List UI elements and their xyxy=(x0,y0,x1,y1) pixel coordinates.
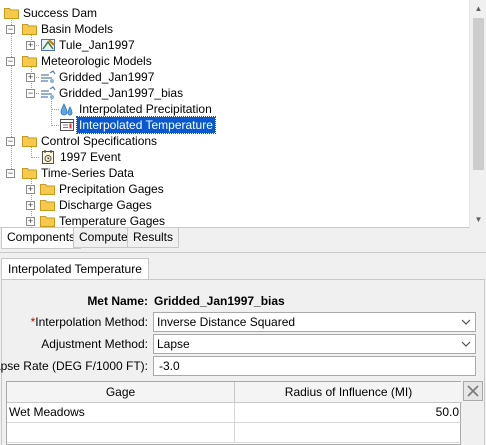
tree-item-time-series[interactable]: − Time-Series Data xyxy=(0,165,460,181)
collapse-icon[interactable]: − xyxy=(6,169,15,178)
expand-icon[interactable]: + xyxy=(26,41,35,50)
component-tree: Success Dam − Basin Models + Tule_Jan199… xyxy=(0,0,466,228)
collapse-icon[interactable]: − xyxy=(6,57,15,66)
folder-icon xyxy=(22,136,37,147)
tree-item-basin-models[interactable]: − Basin Models xyxy=(0,21,460,37)
adjustment-method-select[interactable]: Lapse xyxy=(153,334,476,354)
tree-item-label: Time-Series Data xyxy=(41,166,134,180)
met-name-value: Gridded_Jan1997_bias xyxy=(154,294,285,308)
met-model-icon xyxy=(41,86,56,99)
tree-item-label: Precipitation Gages xyxy=(59,182,164,196)
gage-table: Gage Radius of Influence (MI) Wet Meadow… xyxy=(6,381,462,445)
tree-item-temp-gages[interactable]: + Temperature Gages xyxy=(0,213,460,228)
tree-item-met-model-bias[interactable]: − Gridded_Jan1997_bias xyxy=(0,85,460,101)
met-model-icon xyxy=(41,70,56,83)
tree-scrollbar[interactable]: ▲ ▼ xyxy=(469,0,486,228)
collapse-icon[interactable]: − xyxy=(6,137,15,146)
explorer-tabs: Components Compute Results xyxy=(0,228,486,250)
scrollbar-thumb[interactable] xyxy=(473,18,484,170)
tree-item-control-specs[interactable]: − Control Specifications xyxy=(0,133,460,149)
lapse-rate-input[interactable]: -3.0 xyxy=(153,356,476,376)
tree-item-interp-precip[interactable]: Interpolated Precipitation xyxy=(0,101,460,117)
tree-item-discharge-gages[interactable]: + Discharge Gages xyxy=(0,197,460,213)
tree-item-met-models[interactable]: − Meteorologic Models xyxy=(0,53,460,69)
expand-icon[interactable]: + xyxy=(26,73,35,82)
tab-components[interactable]: Components xyxy=(1,228,82,249)
folder-icon xyxy=(40,200,55,211)
collapse-icon[interactable]: − xyxy=(26,89,35,98)
tree-item-label: Tule_Jan1997 xyxy=(59,38,135,52)
component-editor: Met Name: Gridded_Jan1997_bias *Interpol… xyxy=(0,279,485,445)
folder-icon xyxy=(22,24,37,35)
tab-interpolated-temperature[interactable]: Interpolated Temperature xyxy=(1,258,149,280)
expand-icon[interactable]: + xyxy=(26,185,35,194)
tree-item-control-spec[interactable]: 1997 Event xyxy=(0,149,460,165)
chevron-down-icon[interactable] xyxy=(461,335,471,353)
expand-icon[interactable]: + xyxy=(26,201,35,210)
folder-icon xyxy=(22,168,37,179)
tree-item-met-model[interactable]: + Gridded_Jan1997 xyxy=(0,69,460,85)
tree-item-label: Interpolated Temperature xyxy=(76,116,216,134)
tree-item-interp-temp[interactable]: Interpolated Temperature xyxy=(0,116,460,134)
interpolation-method-select[interactable]: Inverse Distance Squared xyxy=(153,312,476,332)
close-icon xyxy=(467,385,479,397)
folder-icon xyxy=(4,8,19,19)
tree-item-label: Gridded_Jan1997 xyxy=(59,70,155,84)
delete-row-button[interactable] xyxy=(463,381,483,401)
lapse-rate-label: Lapse Rate (DEG F/1000 FT): xyxy=(0,359,148,373)
interpolation-method-value: Inverse Distance Squared xyxy=(157,315,296,329)
component-tree-panel: Success Dam − Basin Models + Tule_Jan199… xyxy=(0,0,486,228)
panel-divider[interactable] xyxy=(0,252,486,256)
tree-item-label: Meteorologic Models xyxy=(41,54,152,68)
tree-item-label: Basin Models xyxy=(41,22,114,36)
tree-item-label: Temperature Gages xyxy=(59,214,166,228)
tree-item-label: Discharge Gages xyxy=(59,198,152,212)
folder-icon xyxy=(40,184,55,195)
chevron-down-icon[interactable] xyxy=(461,313,471,331)
radius-cell[interactable] xyxy=(235,423,462,443)
folder-icon xyxy=(40,216,55,227)
collapse-icon[interactable]: − xyxy=(6,25,15,34)
gage-cell[interactable]: Wet Meadows xyxy=(7,403,235,423)
tree-item-label: Gridded_Jan1997_bias xyxy=(59,86,184,100)
precipitation-icon xyxy=(60,103,73,116)
expand-icon[interactable]: + xyxy=(26,217,35,226)
scroll-up-arrow-icon[interactable]: ▲ xyxy=(470,0,486,17)
tree-item-label: Interpolated Precipitation xyxy=(79,102,212,116)
column-header-radius[interactable]: Radius of Influence (MI) xyxy=(235,382,462,403)
tree-item-label: Control Specifications xyxy=(41,134,158,148)
thermometer-icon xyxy=(60,119,74,131)
control-spec-icon xyxy=(42,150,54,164)
tab-results[interactable]: Results xyxy=(127,228,180,248)
tab-compute[interactable]: Compute xyxy=(73,228,134,248)
folder-icon xyxy=(22,56,37,67)
tree-item-precip-gages[interactable]: + Precipitation Gages xyxy=(0,181,460,197)
column-header-gage[interactable]: Gage xyxy=(7,382,235,403)
tree-item-label: Success Dam xyxy=(23,6,98,20)
adjustment-method-value: Lapse xyxy=(157,337,190,351)
tree-item-basin-model[interactable]: + Tule_Jan1997 xyxy=(0,37,460,53)
met-name-label: Met Name: xyxy=(87,294,148,308)
tree-item-label: 1997 Event xyxy=(60,150,121,164)
interpolation-method-label: *Interpolation Method: xyxy=(31,314,148,330)
radius-cell[interactable]: 50.0 xyxy=(235,403,462,423)
gage-cell[interactable] xyxy=(7,423,235,443)
tree-item-root[interactable]: Success Dam xyxy=(0,5,460,21)
basin-model-icon xyxy=(41,39,55,51)
adjustment-method-label: Adjustment Method: xyxy=(41,337,148,351)
scroll-down-arrow-icon[interactable]: ▼ xyxy=(470,211,486,228)
interpolation-method-label-text: Interpolation Method: xyxy=(35,315,148,329)
